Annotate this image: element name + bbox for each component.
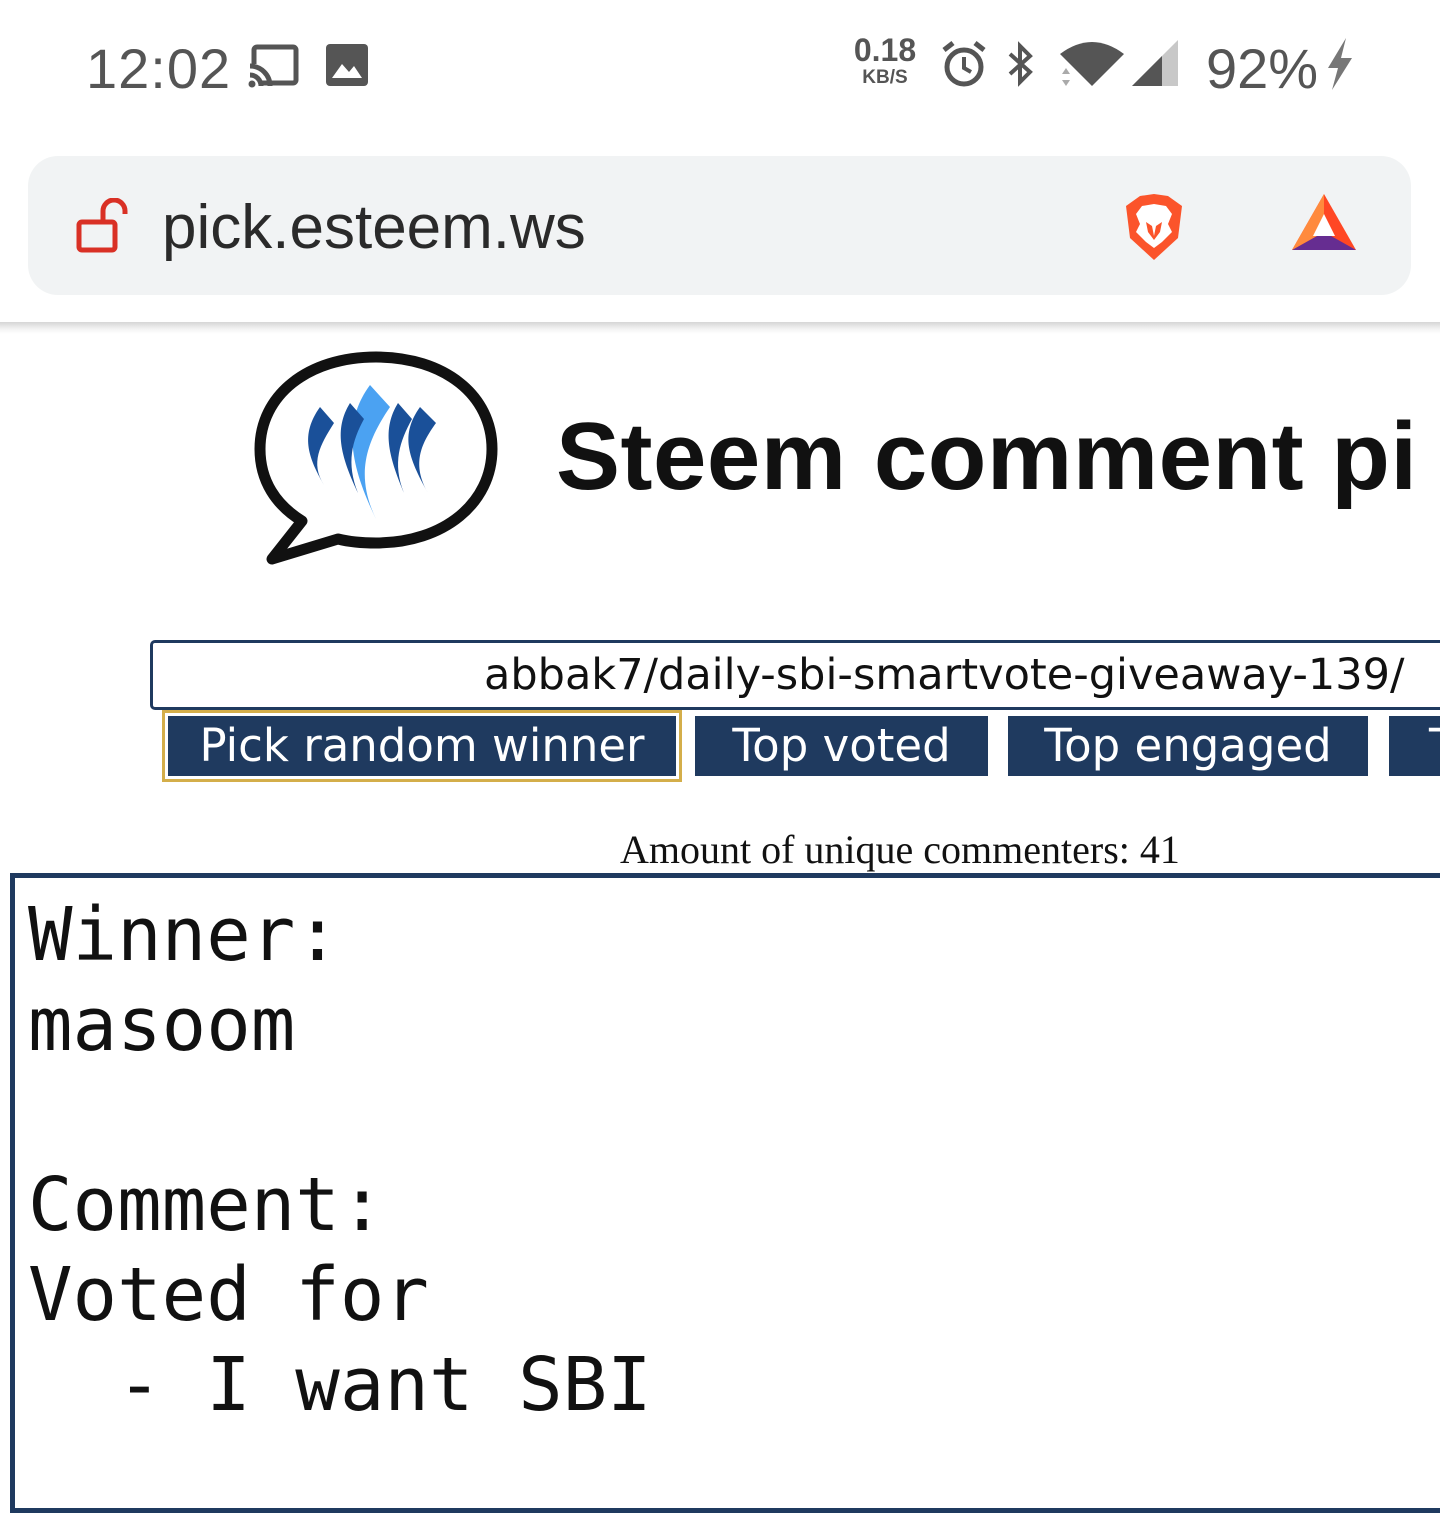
next-button-partial[interactable]: T (1389, 716, 1440, 776)
page-title: Steem comment pi (556, 403, 1418, 510)
comment-line-2: - I want SBI (28, 1342, 652, 1428)
url-text[interactable]: pick.esteem.ws (162, 192, 586, 263)
top-engaged-button[interactable]: Top engaged (1008, 716, 1368, 776)
battery-level: 92% (1206, 37, 1319, 100)
alarm-icon (940, 40, 988, 93)
brave-shield-icon[interactable] (1122, 192, 1186, 267)
cast-icon (248, 44, 300, 93)
status-time: 12:02 (86, 37, 232, 100)
status-bar: 12:02 0.18 KB/S 92% (0, 0, 1440, 130)
browser-toolbar: pick.esteem.ws (0, 130, 1440, 324)
comment-line-1: Voted for (28, 1252, 429, 1338)
result-text: Winner: masoom Comment: Voted for - I want… (28, 890, 652, 1430)
cell-signal-icon (1132, 40, 1180, 93)
network-speed-value: 0.18 (853, 32, 917, 68)
address-bar[interactable]: pick.esteem.ws (28, 156, 1411, 295)
bluetooth-icon (1006, 40, 1036, 93)
comment-label: Comment: (28, 1162, 385, 1248)
post-url-value[interactable]: abbak7/daily-sbi-smartvote-giveaway-139/ (484, 646, 1405, 704)
pick-random-winner-button[interactable]: Pick random winner (162, 710, 682, 782)
winner-label: Winner: (28, 892, 340, 978)
unlock-icon[interactable] (76, 197, 132, 259)
network-speed: 0.18 KB/S (850, 34, 920, 87)
image-icon (326, 44, 368, 91)
result-blank-line (28, 1070, 652, 1160)
unique-commenters-count: Amount of unique commenters: 41 (620, 827, 1180, 872)
steem-logo (250, 345, 502, 575)
network-speed-unit: KB/S (862, 67, 908, 88)
bat-rewards-icon[interactable] (1290, 192, 1358, 259)
winner-name: masoom (28, 982, 296, 1068)
top-voted-button[interactable]: Top voted (695, 716, 988, 776)
wifi-icon (1056, 40, 1126, 95)
toolbar-divider (0, 322, 1440, 334)
charging-icon (1322, 38, 1356, 95)
